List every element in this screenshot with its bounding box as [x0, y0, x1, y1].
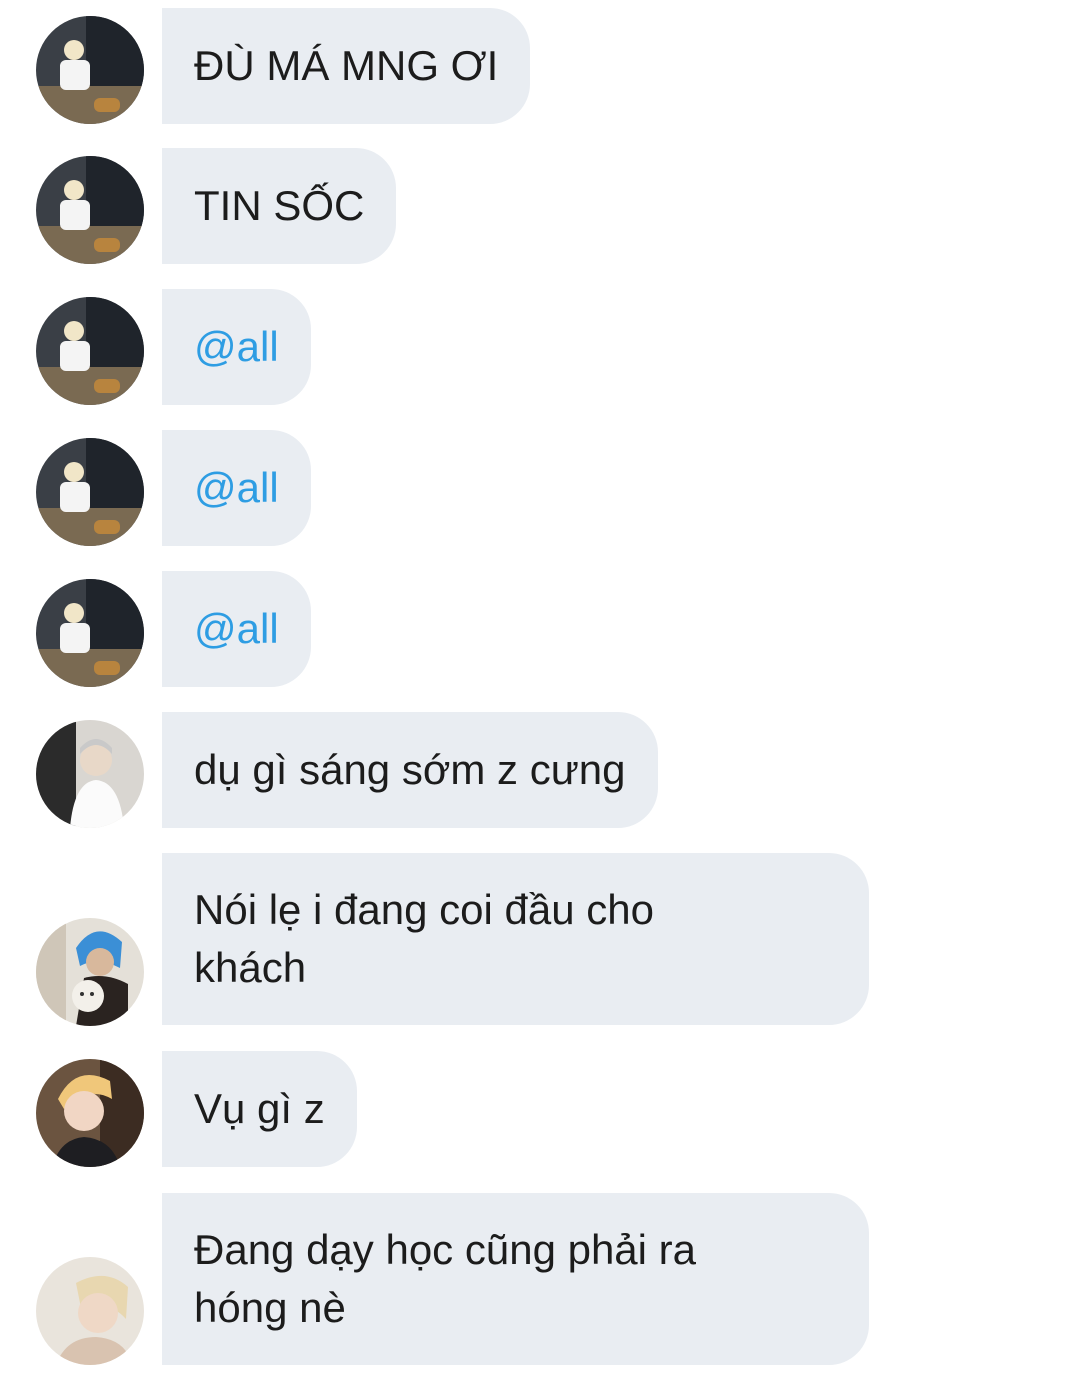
message-text-line: Đang dạy học cũng phải ra [194, 1226, 697, 1273]
sender-avatar[interactable] [36, 720, 144, 828]
message-bubble[interactable]: Đang dạy học cũng phải ra hóng nè [162, 1193, 869, 1365]
message-bubble[interactable]: Vụ gì z [162, 1051, 357, 1167]
sender-avatar[interactable] [36, 579, 144, 687]
chat-thread: ĐÙ MÁ MNG ƠI TIN SỐC @all @all @all dụ g… [0, 0, 1080, 1382]
message-text: Nói lẹ i đang coi đầu cho khách [194, 881, 654, 997]
sender-avatar[interactable] [36, 438, 144, 546]
message-bubble[interactable]: ĐÙ MÁ MNG ƠI [162, 8, 531, 124]
mention-all-text[interactable]: @all [194, 459, 279, 517]
mention-all-text[interactable]: @all [194, 600, 279, 658]
sender-avatar[interactable] [36, 156, 144, 264]
message-bubble[interactable]: Nói lẹ i đang coi đầu cho khách [162, 853, 869, 1025]
sender-avatar[interactable] [36, 918, 144, 1026]
message-text-line: khách [194, 944, 307, 991]
message-bubble[interactable]: @all [162, 289, 311, 405]
message-bubble[interactable]: TIN SỐC [162, 148, 397, 264]
message-bubble[interactable]: @all [162, 571, 311, 687]
message-text-line: Nói lẹ i đang coi đầu cho [194, 886, 654, 933]
message-text: ĐÙ MÁ MNG ƠI [194, 42, 499, 89]
message-bubble[interactable]: dụ gì sáng sớm z cưng [162, 712, 658, 828]
sender-avatar[interactable] [36, 297, 144, 405]
message-text-line: hóng nè [194, 1284, 346, 1331]
message-bubble[interactable]: @all [162, 430, 311, 546]
sender-avatar[interactable] [36, 16, 144, 124]
sender-avatar[interactable] [36, 1257, 144, 1365]
message-text: TIN SỐC [194, 182, 365, 229]
message-text: dụ gì sáng sớm z cưng [194, 746, 626, 793]
message-text: Đang dạy học cũng phải ra hóng nè [194, 1221, 696, 1337]
message-text: Vụ gì z [194, 1085, 325, 1132]
mention-all-text[interactable]: @all [194, 318, 279, 376]
sender-avatar[interactable] [36, 1059, 144, 1167]
